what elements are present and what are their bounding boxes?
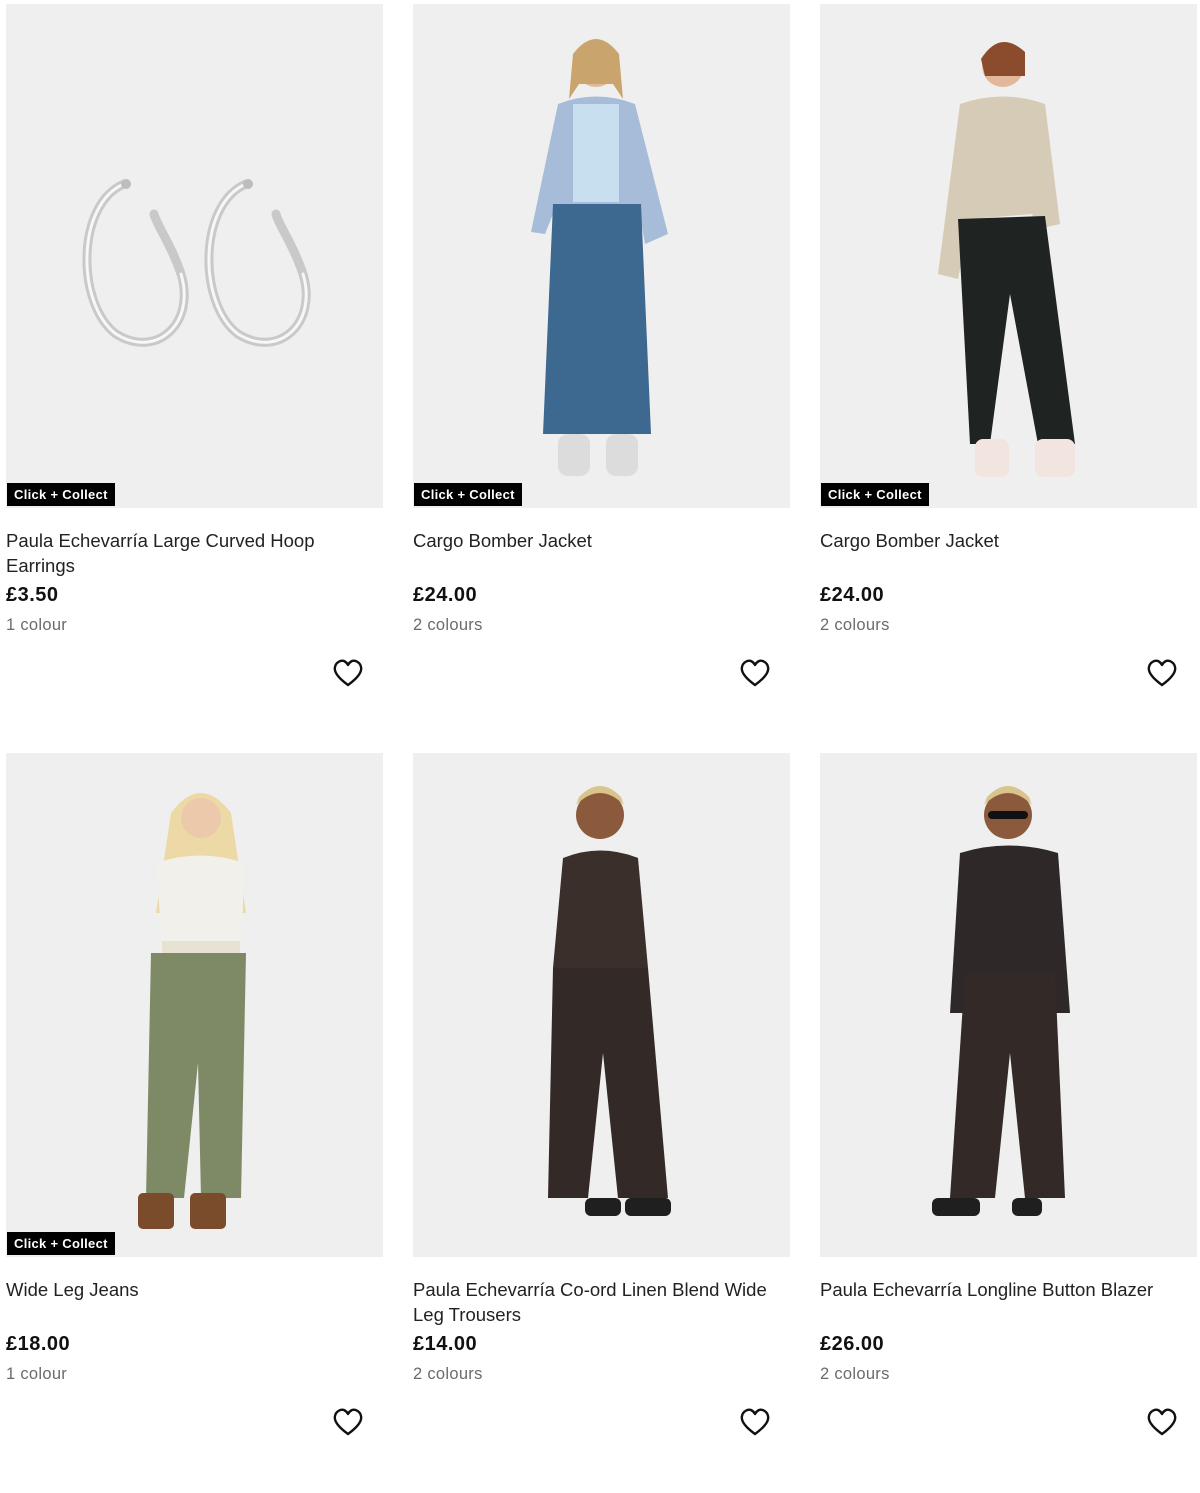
- heart-outline-icon[interactable]: [332, 658, 364, 688]
- product-price: £24.00: [413, 584, 478, 606]
- product-card[interactable]: Paula Echevarría Longline Button Blazer …: [820, 753, 1197, 1493]
- click-collect-badge: Click + Collect: [7, 483, 115, 506]
- heart-outline-icon[interactable]: [332, 1407, 364, 1437]
- product-title[interactable]: Wide Leg Jeans: [6, 1277, 386, 1302]
- heart-outline-icon[interactable]: [739, 658, 771, 688]
- product-title[interactable]: Paula Echevarría Longline Button Blazer: [820, 1277, 1200, 1302]
- product-price: £14.00: [413, 1333, 478, 1355]
- heart-outline-icon[interactable]: [1146, 1407, 1178, 1437]
- product-colours: 2 colours: [413, 616, 483, 634]
- product-card[interactable]: Click + Collect Cargo Bomber Jacket £24.…: [820, 4, 1197, 744]
- product-price: £3.50: [6, 584, 59, 606]
- click-collect-badge: Click + Collect: [414, 483, 522, 506]
- product-image[interactable]: [413, 753, 790, 1257]
- product-card[interactable]: Click + Collect Paula Echevarría Large C…: [6, 4, 383, 744]
- heart-outline-icon[interactable]: [739, 1407, 771, 1437]
- product-colours: 2 colours: [820, 616, 890, 634]
- product-title[interactable]: Paula Echevarría Co-ord Linen Blend Wide…: [413, 1277, 793, 1327]
- product-image[interactable]: [820, 753, 1197, 1257]
- heart-outline-icon[interactable]: [1146, 658, 1178, 688]
- product-price: £26.00: [820, 1333, 885, 1355]
- product-image[interactable]: [820, 4, 1197, 508]
- product-card[interactable]: Click + Collect Wide Leg Jeans £18.00 1 …: [6, 753, 383, 1493]
- product-title[interactable]: Cargo Bomber Jacket: [413, 528, 793, 553]
- product-colours: 1 colour: [6, 616, 68, 634]
- product-card[interactable]: Paula Echevarría Co-ord Linen Blend Wide…: [413, 753, 790, 1493]
- product-card[interactable]: Click + Collect Cargo Bomber Jacket £24.…: [413, 4, 790, 744]
- product-image[interactable]: [6, 753, 383, 1257]
- product-price: £18.00: [6, 1333, 71, 1355]
- product-title[interactable]: Cargo Bomber Jacket: [820, 528, 1200, 553]
- product-colours: 1 colour: [6, 1365, 68, 1383]
- product-colours: 2 colours: [413, 1365, 483, 1383]
- product-title[interactable]: Paula Echevarría Large Curved Hoop Earri…: [6, 528, 386, 578]
- product-image[interactable]: [413, 4, 790, 508]
- click-collect-badge: Click + Collect: [7, 1232, 115, 1255]
- product-colours: 2 colours: [820, 1365, 890, 1383]
- product-image[interactable]: [6, 4, 383, 508]
- click-collect-badge: Click + Collect: [821, 483, 929, 506]
- product-price: £24.00: [820, 584, 885, 606]
